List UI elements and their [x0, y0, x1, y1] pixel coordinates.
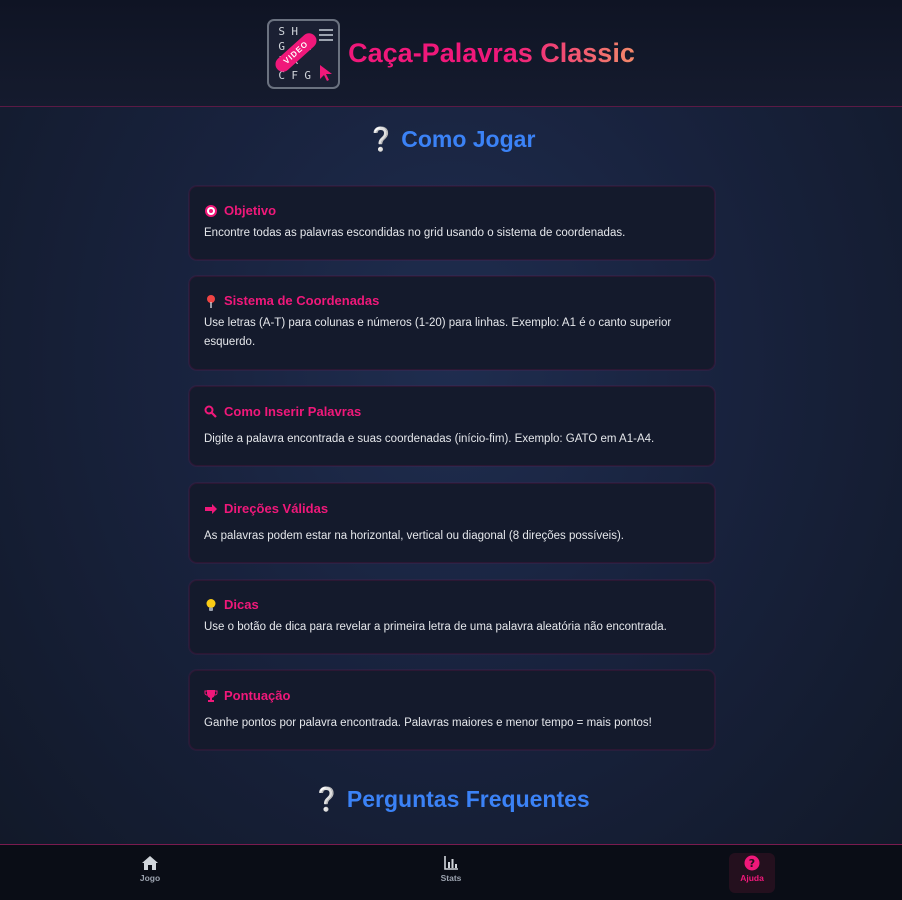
- nav-item-stats[interactable]: Stats: [428, 853, 474, 893]
- cursor-icon: [320, 65, 333, 81]
- svg-text:?: ?: [749, 857, 755, 870]
- nav-label: Jogo: [139, 873, 161, 883]
- trophy-icon: [204, 689, 218, 702]
- nav-label: Ajuda: [740, 873, 764, 883]
- nav-label: Stats: [440, 873, 462, 883]
- card-title-label: Como Inserir Palavras: [224, 404, 362, 419]
- card-text: Ganhe pontos por palavra encontrada. Pal…: [204, 717, 652, 729]
- home-icon: [142, 856, 158, 870]
- nav-item-jogo[interactable]: Jogo: [127, 853, 173, 893]
- help-icon: ?: [744, 855, 760, 871]
- bottom-nav: Jogo Stats ? Ajuda: [0, 844, 902, 900]
- card-direcoes: Direções Válidas As palavras podem estar…: [189, 483, 715, 563]
- card-title-label: Objetivo: [224, 203, 277, 218]
- app-logo: SH GA FR CFG VIDEO: [267, 19, 341, 89]
- faq-heading: ❔ Perguntas Frequentes: [0, 786, 902, 813]
- how-to-play-title: Como Jogar: [401, 126, 536, 152]
- card-title-label: Direções Válidas: [224, 501, 329, 516]
- card-text: Use letras (A-T) para colunas e números …: [204, 317, 672, 348]
- card-inserir: Como Inserir Palavras Digite a palavra e…: [189, 386, 715, 466]
- chart-icon: [444, 856, 458, 870]
- card-pontuacao: Pontuação Ganhe pontos por palavra encon…: [189, 670, 715, 750]
- card-text: Use o botão de dica para revelar a prime…: [204, 621, 667, 633]
- app-title: Caça-Palavras Classic: [348, 37, 635, 68]
- lightbulb-icon: [206, 598, 216, 611]
- arrow-right-icon: [205, 503, 217, 514]
- card-coordenadas: Sistema de Coordenadas Use letras (A-T) …: [189, 276, 715, 370]
- nav-item-ajuda[interactable]: ? Ajuda: [729, 853, 775, 893]
- card-title-label: Pontuação: [224, 688, 291, 703]
- card-text: As palavras podem estar na horizontal, v…: [204, 530, 624, 542]
- app-header: SH GA FR CFG VIDEO Caça-Palavras Classic: [0, 0, 902, 107]
- card-text: Digite a palavra encontrada e suas coord…: [204, 433, 655, 445]
- card-title-label: Dicas: [224, 597, 259, 612]
- target-icon: [205, 204, 217, 217]
- how-to-play-heading: ❔ Como Jogar: [0, 126, 902, 153]
- logo-lines-icon: [319, 29, 334, 44]
- card-dicas: Dicas Use o botão de dica para revelar a…: [189, 580, 715, 654]
- pin-icon: [207, 294, 215, 308]
- faq-title: Perguntas Frequentes: [346, 786, 590, 812]
- card-objetivo: Objetivo Encontre todas as palavras esco…: [189, 186, 715, 260]
- card-text: Encontre todas as palavras escondidas no…: [204, 227, 626, 239]
- card-title-label: Sistema de Coordenadas: [224, 293, 380, 308]
- magnifier-icon: [204, 405, 217, 418]
- question-icon: ❔: [366, 126, 396, 152]
- question-icon: ❔: [312, 786, 341, 812]
